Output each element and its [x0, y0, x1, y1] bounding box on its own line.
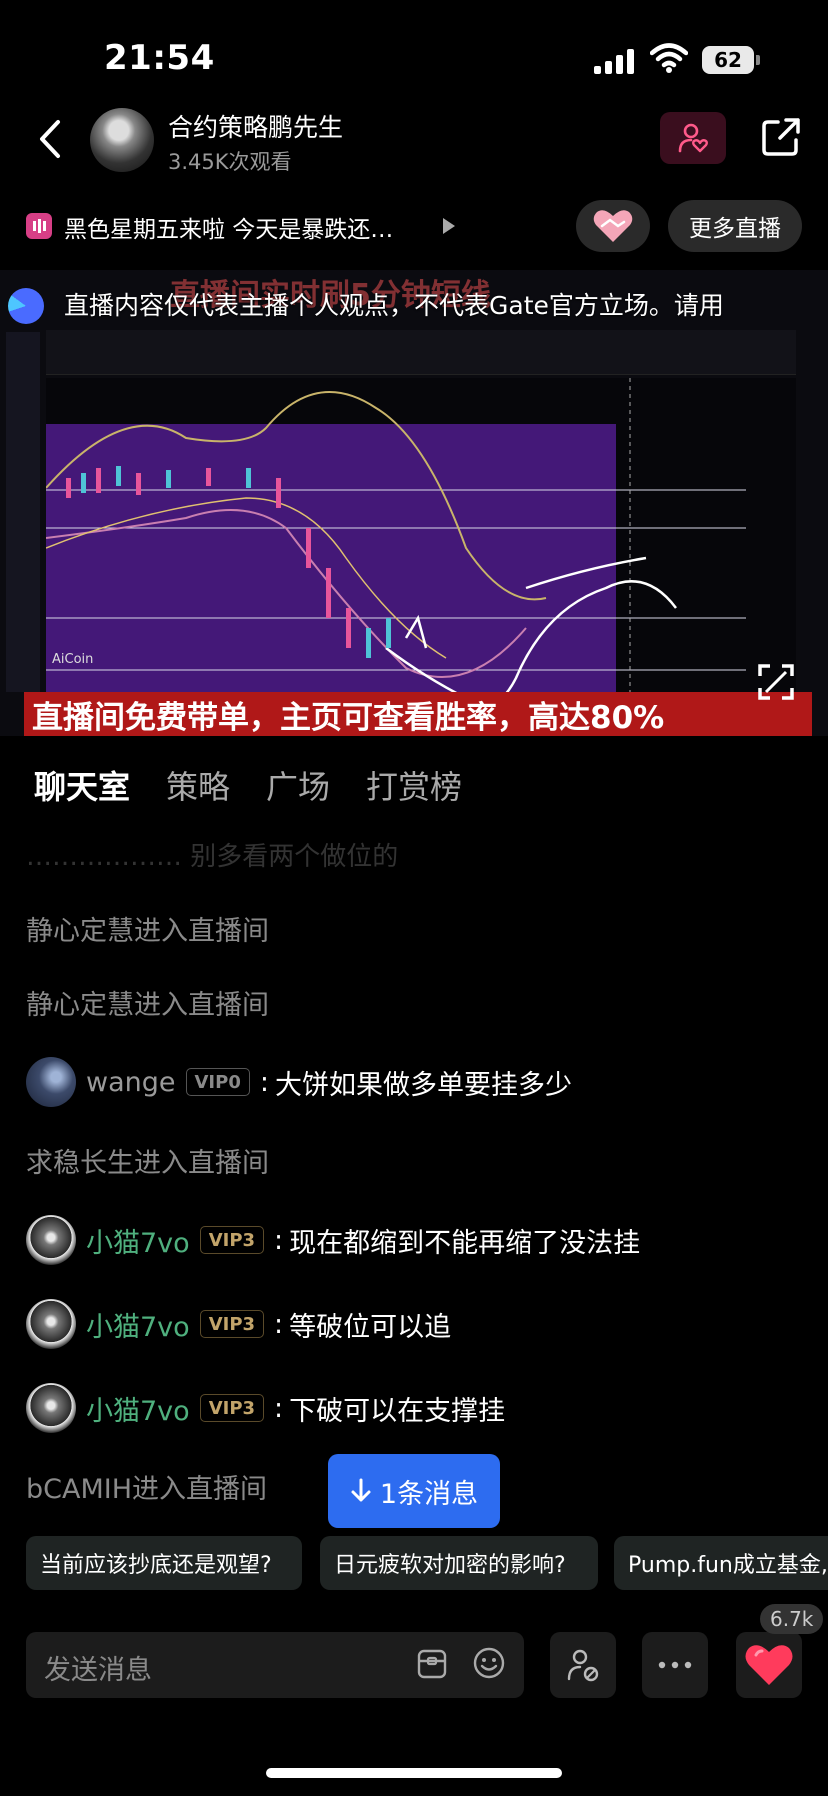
avatar[interactable] [26, 1057, 76, 1107]
user-settings-button[interactable] [550, 1632, 616, 1698]
user-settings-icon [567, 1649, 599, 1682]
faded-message: ……………… 别多看两个做位的 [26, 842, 399, 872]
avatar[interactable] [26, 1383, 76, 1433]
system-message-text: 静心定慧进入直播间 [26, 915, 269, 947]
username[interactable]: wange [86, 1067, 176, 1098]
message-text: 现在都缩到不能再缩了没法挂 [289, 1227, 641, 1259]
message-text: 大饼如果做多单要挂多少 [274, 1069, 572, 1101]
system-message-text: bCAMIH进入直播间 [26, 1473, 268, 1505]
message-input-placeholder[interactable]: 发送消息 [44, 1648, 152, 1687]
room-tabs: 聊天室 策略 广场 打赏榜 [34, 762, 462, 808]
chart-watermark: AiCoin [52, 652, 94, 667]
system-message: 求稳长生进入直播间 [26, 1136, 269, 1184]
status-time: 21:54 [104, 38, 215, 78]
system-message: 静心定慧进入直播间 [26, 904, 269, 952]
avatar[interactable] [26, 1299, 76, 1349]
suggestion-chip[interactable]: 当前应该抄底还是观望? [26, 1536, 302, 1590]
promo-banner: 直播间免费带单，主页可查看胜率，高达80% [24, 692, 812, 736]
follow-icon [678, 123, 708, 153]
suggestion-chip[interactable]: Pump.fun成立基金, [614, 1536, 828, 1590]
tab-chat[interactable]: 聊天室 [34, 762, 130, 808]
username[interactable]: 小猫7vo [86, 1305, 190, 1344]
message-text: 下破可以在支撑挂 [289, 1395, 506, 1427]
message-colon: : [274, 1308, 284, 1340]
new-messages-label: 1条消息 [379, 1478, 479, 1510]
play-arrow-icon[interactable] [443, 218, 455, 234]
emoji-icon[interactable] [472, 1646, 506, 1680]
fullscreen-icon[interactable] [756, 662, 796, 702]
host-name[interactable]: 合约策略鹏先生 [168, 108, 343, 144]
avatar[interactable] [26, 1215, 76, 1265]
arrow-down-icon [351, 1478, 371, 1502]
more-live-button[interactable]: 更多直播 [668, 200, 802, 252]
system-message: bCAMIH进入直播间 [26, 1462, 267, 1510]
new-messages-button[interactable]: 1条消息 [328, 1454, 500, 1528]
chart-left-toolbar [6, 332, 40, 692]
username[interactable]: 小猫7vo [86, 1389, 190, 1428]
username[interactable]: 小猫7vo [86, 1221, 190, 1260]
topic-icon [26, 213, 52, 239]
battery-indicator: 62 [702, 46, 754, 74]
host-avatar[interactable] [90, 108, 154, 172]
system-message-text: 静心定慧进入直播间 [26, 989, 269, 1021]
system-message-text: 求稳长生进入直播间 [26, 1147, 269, 1179]
gift-box-icon[interactable] [416, 1648, 448, 1680]
signal-icon [594, 46, 636, 74]
tab-square[interactable]: 广场 [266, 762, 330, 808]
message-colon: : [274, 1392, 284, 1424]
follow-button[interactable] [660, 112, 726, 164]
disclaimer-text: 直播内容仅代表主播个人观点，不代表Gate官方立场。请用 [64, 291, 724, 320]
like-count: 6.7k [760, 1604, 824, 1634]
battery-tip [756, 55, 760, 65]
heart-handshake-button[interactable] [576, 200, 650, 252]
vip-badge: VIP3 [199, 1310, 265, 1338]
vip-badge: VIP3 [199, 1394, 265, 1422]
price-chart [46, 378, 796, 736]
chart-toolbar [46, 330, 796, 375]
more-button[interactable] [642, 1632, 708, 1698]
live-video[interactable]: 直播间实时刷5分钟短线 直播内容仅代表主播个人观点，不代表Gate官方立场。请用… [0, 270, 828, 736]
message-colon: : [259, 1066, 269, 1098]
tab-strategy[interactable]: 策略 [166, 762, 230, 808]
suggestion-chip[interactable]: 日元疲软对加密的影响? [320, 1536, 598, 1590]
vip-badge: VIP0 [185, 1068, 250, 1096]
tab-reward-rank[interactable]: 打赏榜 [366, 762, 462, 808]
message-text: 等破位可以追 [289, 1311, 452, 1343]
heart-like-icon [745, 1645, 793, 1685]
wifi-icon [650, 43, 688, 73]
viewer-count: 3.45K次观看 [168, 150, 292, 174]
back-icon[interactable] [34, 118, 66, 160]
share-icon[interactable] [760, 116, 802, 158]
heart-handshake-icon [593, 210, 633, 242]
topic-title[interactable]: 黑色星期五来啦 今天是暴跌还… [64, 210, 393, 244]
message-colon: : [274, 1224, 284, 1256]
more-icon [658, 1661, 692, 1669]
chat-message: 小猫7vo VIP3 : 等破位可以追 [26, 1299, 452, 1349]
system-message: 静心定慧进入直播间 [26, 978, 269, 1026]
platform-logo-icon [8, 288, 44, 324]
chat-message: 小猫7vo VIP3 : 下破可以在支撑挂 [26, 1383, 506, 1433]
chat-message: wange VIP0 : 大饼如果做多单要挂多少 [26, 1057, 572, 1107]
home-indicator[interactable] [266, 1768, 562, 1778]
vip-badge: VIP3 [199, 1226, 265, 1254]
chat-message: 小猫7vo VIP3 : 现在都缩到不能再缩了没法挂 [26, 1215, 641, 1265]
like-button[interactable] [736, 1632, 802, 1698]
